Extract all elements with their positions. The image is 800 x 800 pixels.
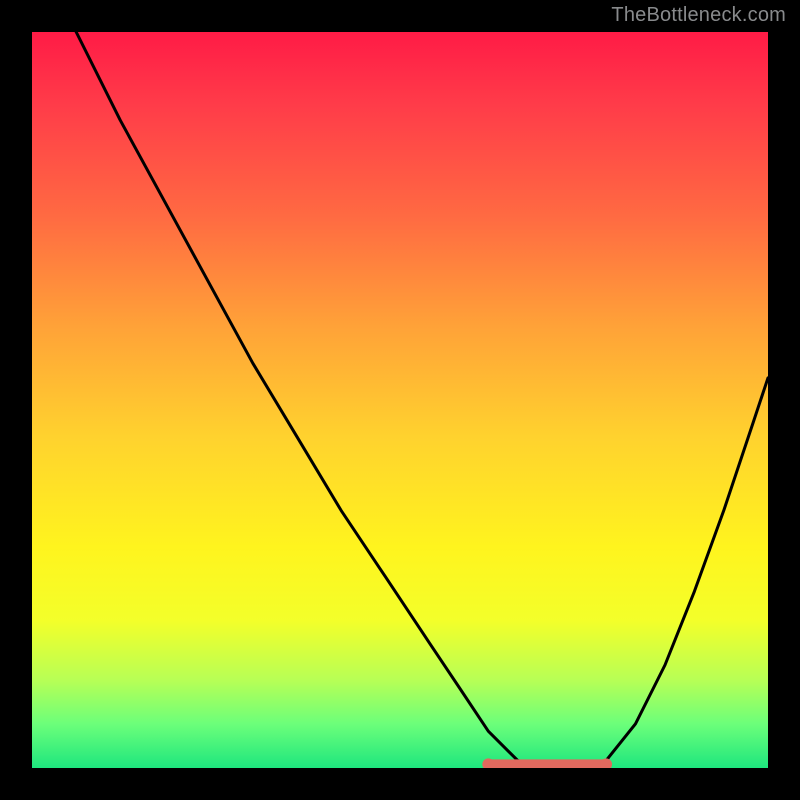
plot-area <box>32 32 768 768</box>
curve-layer <box>32 32 768 768</box>
bottleneck-curve <box>32 32 768 768</box>
watermark-text: TheBottleneck.com <box>611 4 786 27</box>
chart-frame: TheBottleneck.com <box>0 0 800 800</box>
